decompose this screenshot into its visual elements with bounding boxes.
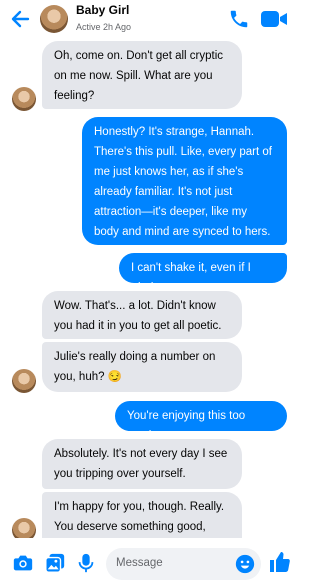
- camera-icon[interactable]: [12, 552, 34, 574]
- message-outgoing[interactable]: I can't shake it, even if I tried: [119, 253, 287, 294]
- contact-name[interactable]: Baby Girl: [76, 3, 129, 17]
- phone-icon[interactable]: [228, 8, 250, 30]
- back-arrow-icon[interactable]: [8, 7, 32, 31]
- message-incoming[interactable]: Oh, come on. Don't get all cryptic on me…: [42, 41, 242, 109]
- message-input[interactable]: Message: [106, 548, 261, 580]
- thumbs-up-icon[interactable]: [268, 550, 292, 574]
- contact-avatar[interactable]: [40, 5, 68, 33]
- message-placeholder: Message: [116, 557, 163, 569]
- message-incoming[interactable]: Wow. That's... a lot. Didn't know you ha…: [42, 291, 242, 339]
- video-camera-icon[interactable]: [260, 9, 288, 29]
- gallery-icon[interactable]: [44, 552, 66, 574]
- message-outgoing[interactable]: Honestly? It's strange, Hannah. There's …: [82, 117, 287, 245]
- microphone-icon[interactable]: [75, 552, 97, 574]
- message-incoming[interactable]: Absolutely. It's not every day I see you…: [42, 439, 242, 489]
- emoji-icon[interactable]: [235, 554, 255, 574]
- sender-avatar: [12, 369, 36, 393]
- sender-avatar: [12, 87, 36, 111]
- message-composer: Message: [0, 538, 299, 588]
- message-incoming[interactable]: Julie's really doing a number on you, hu…: [42, 342, 242, 392]
- message-outgoing[interactable]: You're enjoying this too much: [115, 401, 287, 442]
- chat-header: Baby Girl Active 2h Ago: [0, 0, 299, 40]
- contact-status: Active 2h Ago: [76, 22, 132, 32]
